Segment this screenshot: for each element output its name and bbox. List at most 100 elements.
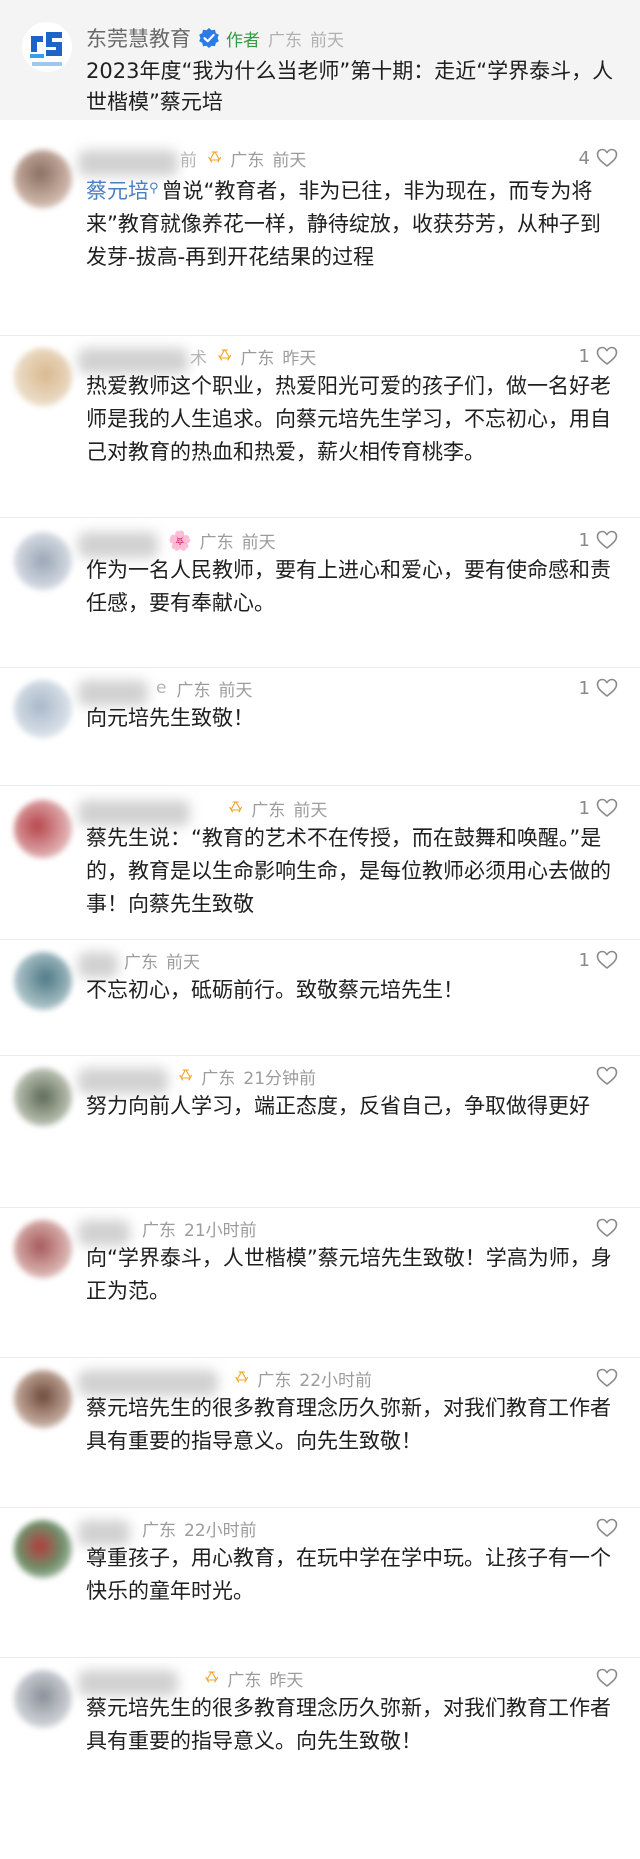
like-button[interactable] [590, 1366, 618, 1390]
cherry-blossom-icon: 🌸 [168, 529, 192, 552]
commenter-avatar[interactable] [14, 1670, 72, 1728]
commenter-name-suffix: e [156, 678, 167, 698]
comment-item: 广东 22小时前 尊重孩子，用心教育，在玩中学在学中玩。让孩子有一个快乐的童年时… [0, 1508, 640, 1658]
like-button[interactable]: 1 [579, 796, 618, 820]
commenter-avatar[interactable] [14, 680, 72, 738]
like-button[interactable]: 1 [579, 676, 618, 700]
comment-location: 广东 [142, 1220, 176, 1241]
comment-time: 昨天 [269, 1670, 304, 1691]
comment-text[interactable]: 作为一名人民教师，要有上进心和爱心，要有使命感和责任感，要有奉献心。 [86, 554, 612, 620]
like-count: 1 [578, 797, 590, 819]
heart-outline-icon [596, 1668, 618, 1687]
commenter-avatar[interactable] [14, 150, 72, 208]
gold-ribbon-badge-icon: ꗇ [178, 1066, 194, 1086]
heart-outline-icon [596, 1368, 618, 1387]
heart-outline-icon [596, 148, 618, 167]
heart-outline-icon [596, 798, 618, 817]
verified-check-icon [199, 28, 219, 48]
comment-text[interactable]: 向元培先生致敬！ [86, 702, 612, 735]
heart-outline-icon [596, 1518, 618, 1537]
like-button[interactable] [590, 1064, 618, 1088]
comment-location: 广东 [142, 1520, 176, 1541]
comment-text[interactable]: 向“学界泰斗，人世楷模”蔡元培先生致敬！学高为师，身正为范。 [86, 1242, 612, 1308]
like-count: 1 [578, 529, 590, 551]
comment-item: 广东 前天 1 不忘初心，砥砺前行。致敬蔡元培先生！ [0, 940, 640, 1056]
commenter-avatar[interactable] [14, 952, 72, 1010]
account-logo-icon [22, 22, 72, 72]
comment-item: e 广东 前天 1 向元培先生致敬！ [0, 668, 640, 786]
comment-text[interactable]: 蔡元培⚲ 曾说“教育者，非为已往，非为现在，而专为将来”教育就像养花一样，静待绽放… [86, 172, 612, 274]
like-button[interactable]: 1 [579, 948, 618, 972]
comment-time: 昨天 [282, 348, 317, 369]
comment-location: 广东 [251, 800, 286, 821]
comment-text[interactable]: 努力向前人学习，端正态度，反省自己，争取做得更好 [86, 1090, 612, 1123]
comment-item: ꗇ 广东 22小时前 蔡元培先生的很多教育理念历久弥新，对我们教育工作者具有重要… [0, 1358, 640, 1508]
comment-list: 前 ꗇ 广东 前天 4 蔡元培⚲ 曾说“教育者，非为已往，非为现在，而专为将来”教… [0, 140, 640, 1789]
comment-location: 广东 [124, 952, 158, 973]
heart-outline-icon [596, 346, 618, 365]
gold-ribbon-badge-icon: ꗇ [204, 1668, 220, 1688]
comment-text[interactable]: 蔡元培先生的很多教育理念历久弥新，对我们教育工作者具有重要的指导意义。向先生致敬… [86, 1392, 612, 1458]
heart-outline-icon [596, 1218, 618, 1237]
commenter-name-suffix: 术 [190, 348, 207, 369]
comment-text[interactable]: 不忘初心，砥砺前行。致敬蔡元培先生！ [86, 974, 612, 1007]
comment-location: 广东 [176, 680, 211, 701]
post-location: 广东 [268, 30, 302, 51]
comment-time: 22小时前 [184, 1520, 257, 1541]
comment-location: 广东 [199, 532, 234, 553]
comment-time: 前天 [293, 800, 328, 821]
comment-item: 广东 21小时前 向“学界泰斗，人世楷模”蔡元培先生致敬！学高为师，身正为范。 [0, 1208, 640, 1358]
comment-text[interactable]: 尊重孩子，用心教育，在玩中学在学中玩。让孩子有一个快乐的童年时光。 [86, 1542, 612, 1608]
like-count: 1 [578, 345, 590, 367]
post-header: 东莞慧教育 作者 广东 前天 2023年度“我为什么当老师”第十期：走近“学界泰… [0, 0, 640, 120]
post-time: 前天 [310, 30, 344, 51]
like-button[interactable]: 1 [579, 344, 618, 368]
commenter-avatar[interactable] [14, 532, 72, 590]
like-button[interactable]: 4 [579, 146, 618, 170]
like-button[interactable] [590, 1216, 618, 1240]
mention-link[interactable]: 蔡元培 [86, 179, 149, 203]
commenter-avatar[interactable] [14, 1370, 72, 1428]
comment-location: 广东 [230, 150, 265, 171]
comment-time: 21小时前 [184, 1220, 257, 1241]
heart-outline-icon [596, 530, 618, 549]
like-button[interactable] [590, 1516, 618, 1540]
comment-item: 🌸 广东 前天 1 作为一名人民教师，要有上进心和爱心，要有使命感和责任感，要有… [0, 518, 640, 668]
commenter-name-suffix: 前 [180, 150, 197, 171]
post-title[interactable]: 2023年度“我为什么当老师”第十期：走近“学界泰斗，人世楷模”蔡元培 [86, 56, 626, 118]
gold-ribbon-badge-icon: ꗇ [234, 1368, 250, 1388]
comment-item: ꗇ 广东 21分钟前 努力向前人学习，端正态度，反省自己，争取做得更好 [0, 1056, 640, 1208]
search-mini-icon: ⚲ [149, 181, 159, 196]
commenter-avatar[interactable] [14, 800, 72, 858]
comment-item: 前 ꗇ 广东 前天 4 蔡元培⚲ 曾说“教育者，非为已往，非为现在，而专为将来”教… [0, 140, 640, 336]
heart-outline-icon [596, 1066, 618, 1085]
like-count: 1 [578, 677, 590, 699]
author-tag: 作者 [226, 30, 260, 51]
account-avatar[interactable] [22, 22, 72, 72]
account-name[interactable]: 东莞慧教育 [86, 23, 191, 53]
comment-item: ꗇ 广东 前天 1 蔡先生说：“教育的艺术不在传授，而在鼓舞和唤醒。”是的，教育… [0, 786, 640, 940]
like-count: 4 [578, 147, 590, 169]
comment-location: 广东 [240, 348, 275, 369]
comment-text[interactable]: 蔡元培先生的很多教育理念历久弥新，对我们教育工作者具有重要的指导意义。向先生致敬… [86, 1692, 612, 1758]
commenter-avatar[interactable] [14, 348, 72, 406]
comment-item: 术 ꗇ 广东 昨天 1 热爱教师这个职业，热爱阳光可爱的孩子们，做一名好老师是我… [0, 336, 640, 518]
like-button[interactable]: 1 [579, 528, 618, 552]
comment-time: 前天 [241, 532, 276, 553]
comment-time: 前天 [166, 952, 200, 973]
comment-time: 前天 [218, 680, 253, 701]
like-button[interactable] [590, 1666, 618, 1690]
gold-ribbon-badge-icon: ꗇ [217, 346, 233, 366]
gold-ribbon-badge-icon: ꗇ [228, 798, 244, 818]
comment-text[interactable]: 热爱教师这个职业，热爱阳光可爱的孩子们，做一名好老师是我的人生追求。向蔡元培先生… [86, 370, 612, 469]
commenter-avatar[interactable] [14, 1520, 72, 1578]
heart-outline-icon [596, 678, 618, 697]
comment-text[interactable]: 蔡先生说：“教育的艺术不在传授，而在鼓舞和唤醒。”是的，教育是以生命影响生命，是… [86, 822, 612, 921]
comment-location: 广东 [201, 1068, 236, 1089]
comment-body: 曾说“教育者，非为已往，非为现在，而专为将来”教育就像养花一样，静待绽放，收获芬… [86, 179, 601, 269]
comment-time: 21分钟前 [243, 1068, 317, 1089]
heart-outline-icon [596, 950, 618, 969]
comment-time: 前天 [272, 150, 307, 171]
commenter-avatar[interactable] [14, 1068, 72, 1126]
commenter-avatar[interactable] [14, 1220, 72, 1278]
